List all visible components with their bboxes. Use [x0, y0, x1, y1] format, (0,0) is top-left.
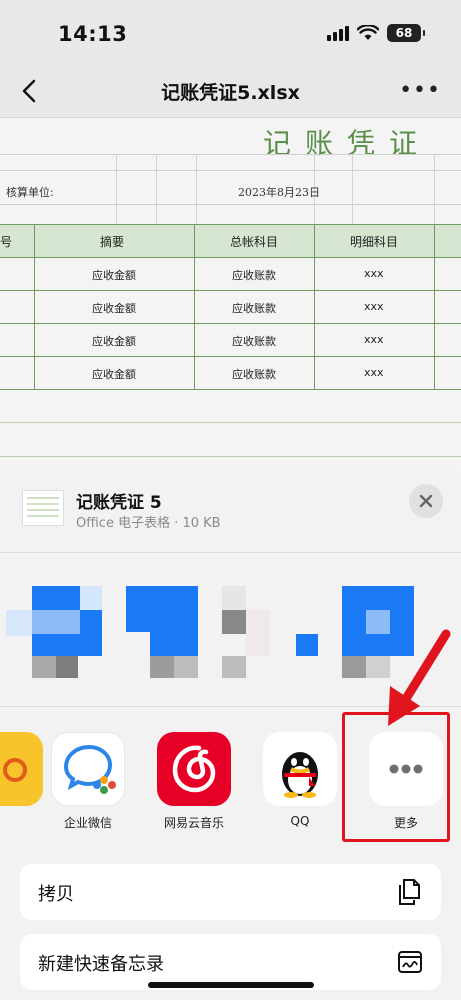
copy-action[interactable]: 拷贝: [20, 864, 441, 920]
action-label: 新建快速备忘录: [38, 954, 164, 975]
app-label: 网易云音乐: [163, 816, 224, 830]
screen: 14:13 68 记账凭证5.xlsx ••• 记账凭证 核算单位: 2023年…: [0, 0, 461, 1000]
wecom-icon: [51, 732, 125, 806]
page-title: 记账凭证5.xlsx: [161, 82, 300, 104]
qq-icon: [263, 732, 337, 806]
header-summary: 摘要: [100, 235, 125, 249]
header-detail-account: 明细科目: [350, 235, 399, 249]
file-thumbnail: [22, 490, 64, 526]
action-label: 拷贝: [38, 884, 74, 905]
share-sheet: 记账凭证 5 Office 电子表格 · 10 KB 企业微信 网易云音乐 QQ…: [0, 466, 461, 1000]
file-meta: Office 电子表格 · 10 KB: [76, 516, 221, 531]
sheet-title: 记账凭证: [262, 127, 431, 160]
table-row: 应收金额 应收账款 xxx: [0, 324, 461, 357]
copy-icon: [399, 879, 420, 905]
sheet-date: 2023年8月23日: [238, 186, 320, 199]
close-button[interactable]: [409, 484, 443, 518]
table-row: 应收金额 应收账款 xxx: [0, 291, 461, 324]
file-name: 记账凭证 5: [76, 493, 162, 513]
status-icons: 68: [327, 24, 425, 42]
wifi-icon: [357, 25, 379, 40]
sheet-header-row: 号 摘要 总帐科目 明细科目: [0, 224, 461, 258]
header-general-account: 总帐科目: [230, 235, 279, 249]
partial-app-icon: [0, 732, 43, 806]
nav-bar: 记账凭证5.xlsx •••: [0, 66, 461, 118]
app-qq[interactable]: QQ: [262, 732, 338, 828]
status-time: 14:13: [58, 22, 128, 46]
spreadsheet-preview[interactable]: 记账凭证 核算单位: 2023年8月23日 号 摘要 总帐科目 明细科目 应收金…: [0, 118, 461, 488]
cellular-signal-icon: [327, 25, 349, 41]
app-wecom[interactable]: 企业微信: [50, 732, 126, 831]
quick-note-icon: [398, 951, 422, 973]
header-partial: 号: [0, 235, 13, 249]
annotation-arrow-icon: [388, 629, 451, 726]
more-options-button[interactable]: •••: [399, 78, 441, 103]
app-netease-music[interactable]: 网易云音乐: [156, 732, 232, 831]
app-label: QQ: [290, 814, 310, 828]
status-bar: 14:13 68: [0, 0, 461, 66]
app-partial-yellow[interactable]: [0, 732, 44, 806]
app-label: 企业微信: [63, 816, 112, 830]
unit-label: 核算单位:: [6, 186, 54, 199]
table-row: 应收金额 应收账款 xxx: [0, 357, 461, 390]
table-row: 应收金额 应收账款 xxx: [0, 258, 461, 291]
battery-icon: 68: [387, 24, 425, 42]
netease-music-icon: [157, 732, 231, 806]
close-icon: [419, 494, 433, 508]
home-indicator[interactable]: [148, 982, 314, 988]
